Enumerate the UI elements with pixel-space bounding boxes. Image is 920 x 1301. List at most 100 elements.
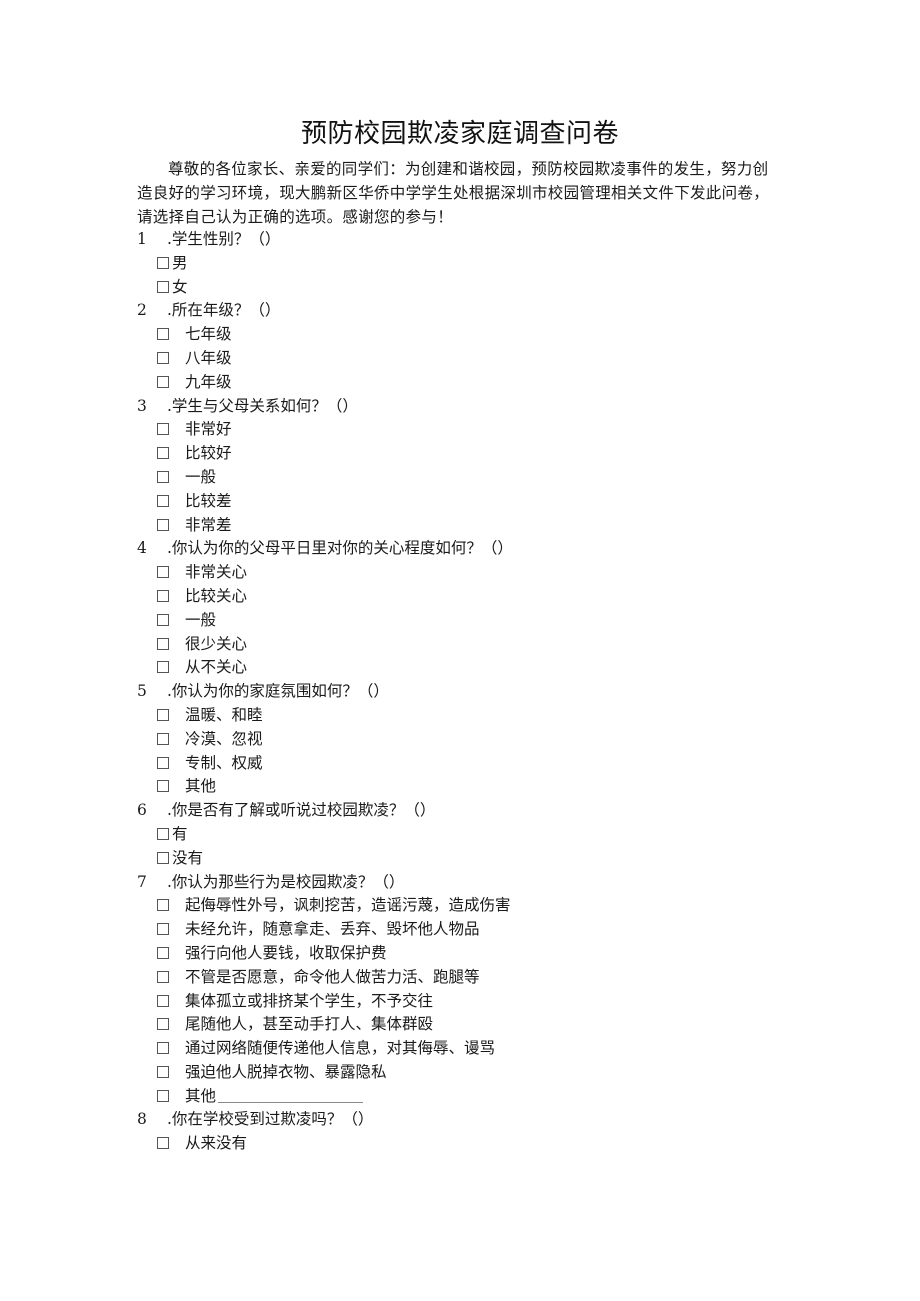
checkbox-icon[interactable] <box>157 1089 169 1102</box>
checkbox-icon[interactable] <box>157 589 169 602</box>
option-item[interactable]: 九年级 <box>137 371 777 395</box>
option-label: 一般 <box>185 467 217 486</box>
option-item[interactable]: 一般 <box>137 466 777 490</box>
survey-page: 预防校园欺凌家庭调查问卷 尊敬的各位家长、亲爱的同学们：为创建和谐校园，预防校园… <box>0 0 920 1301</box>
option-label: 比较好 <box>185 444 232 463</box>
option-item[interactable]: 一般 <box>137 609 777 633</box>
checkbox-icon[interactable] <box>157 494 169 507</box>
checkbox-icon[interactable] <box>157 423 169 436</box>
question-title: 5 .你认为你的家庭氛围如何？（） <box>137 680 777 704</box>
checkbox-icon[interactable] <box>157 899 169 912</box>
option-label: 强行向他人要钱，收取保护费 <box>185 943 387 962</box>
checkbox-icon[interactable] <box>157 780 169 793</box>
option-label: 女 <box>172 277 188 296</box>
option-label: 集体孤立或排挤某个学生，不予交往 <box>185 991 434 1010</box>
question-number: 8 <box>137 1110 147 1129</box>
other-fill-blank[interactable] <box>218 1088 364 1103</box>
option-label: 男 <box>172 253 188 272</box>
checkbox-icon[interactable] <box>157 661 169 674</box>
question-text: .你是否有了解或听说过校园欺凌？（） <box>167 801 436 820</box>
option-label: 从来没有 <box>185 1134 248 1153</box>
option-item[interactable]: 温暖、和睦 <box>137 704 777 728</box>
checkbox-icon[interactable] <box>157 827 169 840</box>
option-item[interactable]: 尾随他人，甚至动手打人、集体群殴 <box>137 1013 777 1037</box>
option-label: 八年级 <box>185 348 232 367</box>
option-item[interactable]: 女 <box>137 276 777 300</box>
checkbox-icon[interactable] <box>157 1018 169 1031</box>
option-item[interactable]: 比较好 <box>137 442 777 466</box>
option-item[interactable]: 集体孤立或排挤某个学生，不予交往 <box>137 990 777 1014</box>
checkbox-icon[interactable] <box>157 518 169 531</box>
option-label: 尾随他人，甚至动手打人、集体群殴 <box>185 1015 434 1034</box>
checkbox-icon[interactable] <box>157 970 169 983</box>
option-item[interactable]: 冷漠、忽视 <box>137 728 777 752</box>
option-label: 没有 <box>172 848 204 867</box>
option-item[interactable]: 非常好 <box>137 418 777 442</box>
checkbox-icon[interactable] <box>157 1065 169 1078</box>
option-label: 比较关心 <box>185 586 248 605</box>
intro-paragraph: 尊敬的各位家长、亲爱的同学们：为创建和谐校园，预防校园欺凌事件的发生，努力创造良… <box>137 160 770 226</box>
checkbox-icon[interactable] <box>157 566 169 579</box>
checkbox-icon[interactable] <box>157 256 169 269</box>
checkbox-icon[interactable] <box>157 994 169 1007</box>
question-title: 3 .学生与父母关系如何？（） <box>137 395 777 419</box>
checkbox-icon[interactable] <box>157 613 169 626</box>
question-number: 1 <box>137 230 147 248</box>
checkbox-icon[interactable] <box>157 946 169 959</box>
option-label: 非常关心 <box>185 563 248 582</box>
option-label: 七年级 <box>185 325 232 344</box>
checkbox-icon[interactable] <box>157 351 169 364</box>
option-item[interactable]: 未经允许，随意拿走、丢弃、毁坏他人物品 <box>137 918 777 942</box>
option-item[interactable]: 有 <box>137 823 777 847</box>
option-label: 专制、权威 <box>185 753 263 772</box>
checkbox-icon[interactable] <box>157 923 169 936</box>
option-item[interactable]: 起侮辱性外号，讽刺挖苦，造谣污蔑，造成伤害 <box>137 894 777 918</box>
option-label: 强迫他人脱掉衣物、暴露隐私 <box>185 1062 387 1081</box>
checkbox-icon[interactable] <box>157 447 169 460</box>
option-item[interactable]: 从不关心 <box>137 656 777 680</box>
question-text: .你认为你的父母平日里对你的关心程度如何？（） <box>167 539 513 558</box>
question-text: .学生性别？（） <box>167 230 281 248</box>
option-item[interactable]: 专制、权威 <box>137 752 777 776</box>
checkbox-icon[interactable] <box>157 708 169 721</box>
checkbox-icon[interactable] <box>157 637 169 650</box>
checkbox-icon[interactable] <box>157 470 169 483</box>
option-item[interactable]: 比较差 <box>137 490 777 514</box>
option-item[interactable]: 不管是否愿意，命令他人做苦力活、跑腿等 <box>137 966 777 990</box>
option-label: 九年级 <box>185 372 232 391</box>
option-label: 有 <box>172 824 188 843</box>
question-number: 6 <box>137 801 147 820</box>
option-item[interactable]: 七年级 <box>137 323 777 347</box>
option-label: 通过网络随便传递他人信息，对其侮辱、谩骂 <box>185 1039 496 1058</box>
question-number: 3 <box>137 396 147 415</box>
option-label: 未经允许，随意拿走、丢弃、毁坏他人物品 <box>185 920 480 939</box>
option-item[interactable]: 从来没有 <box>137 1132 777 1156</box>
option-item[interactable]: 男 <box>137 252 777 276</box>
option-item[interactable]: 没有 <box>137 847 777 871</box>
checkbox-icon[interactable] <box>157 375 169 388</box>
option-item[interactable]: 很少关心 <box>137 633 777 657</box>
checkbox-icon[interactable] <box>157 732 169 745</box>
checkbox-icon[interactable] <box>157 280 169 293</box>
option-label: 从不关心 <box>185 658 248 677</box>
option-item[interactable]: 通过网络随便传递他人信息，对其侮辱、谩骂 <box>137 1037 777 1061</box>
question-title: 6 .你是否有了解或听说过校园欺凌？（） <box>137 799 777 823</box>
option-item[interactable]: 比较关心 <box>137 585 777 609</box>
question-title: 2 .所在年级？（） <box>137 299 777 323</box>
option-item[interactable]: 其他 <box>137 775 777 799</box>
question-list: 1 .学生性别？（） 男女 2 .所在年级？（） 七年级八年级九年级 3 .学生与父母关系如何… <box>137 228 777 1156</box>
checkbox-icon[interactable] <box>157 756 169 769</box>
option-item[interactable]: 非常关心 <box>137 561 777 585</box>
option-label: 温暖、和睦 <box>185 705 263 724</box>
checkbox-icon[interactable] <box>157 851 169 864</box>
checkbox-icon[interactable] <box>157 1042 169 1055</box>
document-title: 预防校园欺凌家庭调查问卷 <box>300 119 619 149</box>
checkbox-icon[interactable] <box>157 328 169 341</box>
option-item[interactable]: 强迫他人脱掉衣物、暴露隐私 <box>137 1061 777 1085</box>
option-item[interactable]: 非常差 <box>137 514 777 538</box>
option-item[interactable]: 其他 <box>137 1085 777 1109</box>
option-item[interactable]: 强行向他人要钱，收取保护费 <box>137 942 777 966</box>
option-item[interactable]: 八年级 <box>137 347 777 371</box>
option-label: 非常好 <box>185 420 232 439</box>
checkbox-icon[interactable] <box>157 1137 169 1150</box>
